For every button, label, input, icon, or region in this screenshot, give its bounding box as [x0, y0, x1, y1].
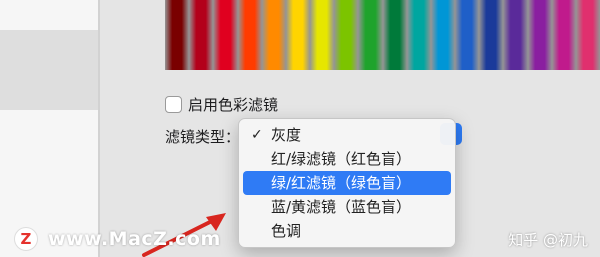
pencil-stripe — [310, 0, 335, 70]
pencil-stripe — [406, 0, 431, 70]
pencil-stripe — [189, 0, 214, 70]
site-watermark: Z www.MacZ.com — [14, 227, 221, 251]
sidebar — [0, 0, 98, 257]
filter-type-menu[interactable]: ✓ 灰度 红/绿滤镜（红色盲） 绿/红滤镜（绿色盲） 蓝/黄滤镜（蓝色盲） 色调 — [238, 118, 456, 248]
menu-item-deuteranopia[interactable]: 绿/红滤镜（绿色盲） — [243, 171, 451, 195]
pencil-stripe — [551, 0, 576, 70]
pencil-stripe — [334, 0, 359, 70]
menu-item-protanopia[interactable]: 红/绿滤镜（红色盲） — [243, 147, 451, 171]
pencil-stripe — [527, 0, 552, 70]
pencil-stripe — [455, 0, 480, 70]
site-logo-icon: Z — [14, 227, 38, 251]
menu-item-label: 色调 — [271, 222, 302, 240]
enable-color-filter-label: 启用色彩滤镜 — [188, 96, 279, 114]
sidebar-selected-row[interactable] — [0, 30, 98, 110]
site-watermark-text: www.MacZ.com — [48, 228, 221, 250]
menu-item-label: 蓝/黄滤镜（蓝色盲） — [271, 198, 412, 216]
pencil-stripe — [479, 0, 504, 70]
pencil-stripe — [382, 0, 407, 70]
pencil-stripe — [358, 0, 383, 70]
author-watermark: 知乎 @初九 — [508, 231, 588, 249]
pencil-stripe — [261, 0, 286, 70]
menu-item-tritanopia[interactable]: 蓝/黄滤镜（蓝色盲） — [243, 195, 451, 219]
filter-type-label: 滤镜类型： — [165, 128, 241, 146]
menu-item-label: 绿/红滤镜（绿色盲） — [271, 174, 412, 192]
color-pencils-preview — [165, 0, 600, 70]
menu-item-label: 红/绿滤镜（红色盲） — [271, 150, 412, 168]
enable-color-filter-row[interactable]: 启用色彩滤镜 — [165, 94, 278, 115]
pencil-stripe — [165, 0, 190, 70]
pencil-stripe — [285, 0, 311, 70]
menu-item-label: 灰度 — [271, 126, 302, 144]
menu-item-color-tint[interactable]: 色调 — [243, 219, 451, 243]
pencil-stripe — [237, 0, 262, 70]
pencil-stripe — [503, 0, 528, 70]
pencil-stripe — [430, 0, 456, 70]
pencil-stripe — [575, 0, 600, 70]
check-icon: ✓ — [251, 127, 263, 143]
pencil-stripe — [213, 0, 238, 70]
menu-item-grayscale[interactable]: ✓ 灰度 — [243, 123, 451, 147]
enable-color-filter-checkbox[interactable] — [165, 96, 182, 113]
